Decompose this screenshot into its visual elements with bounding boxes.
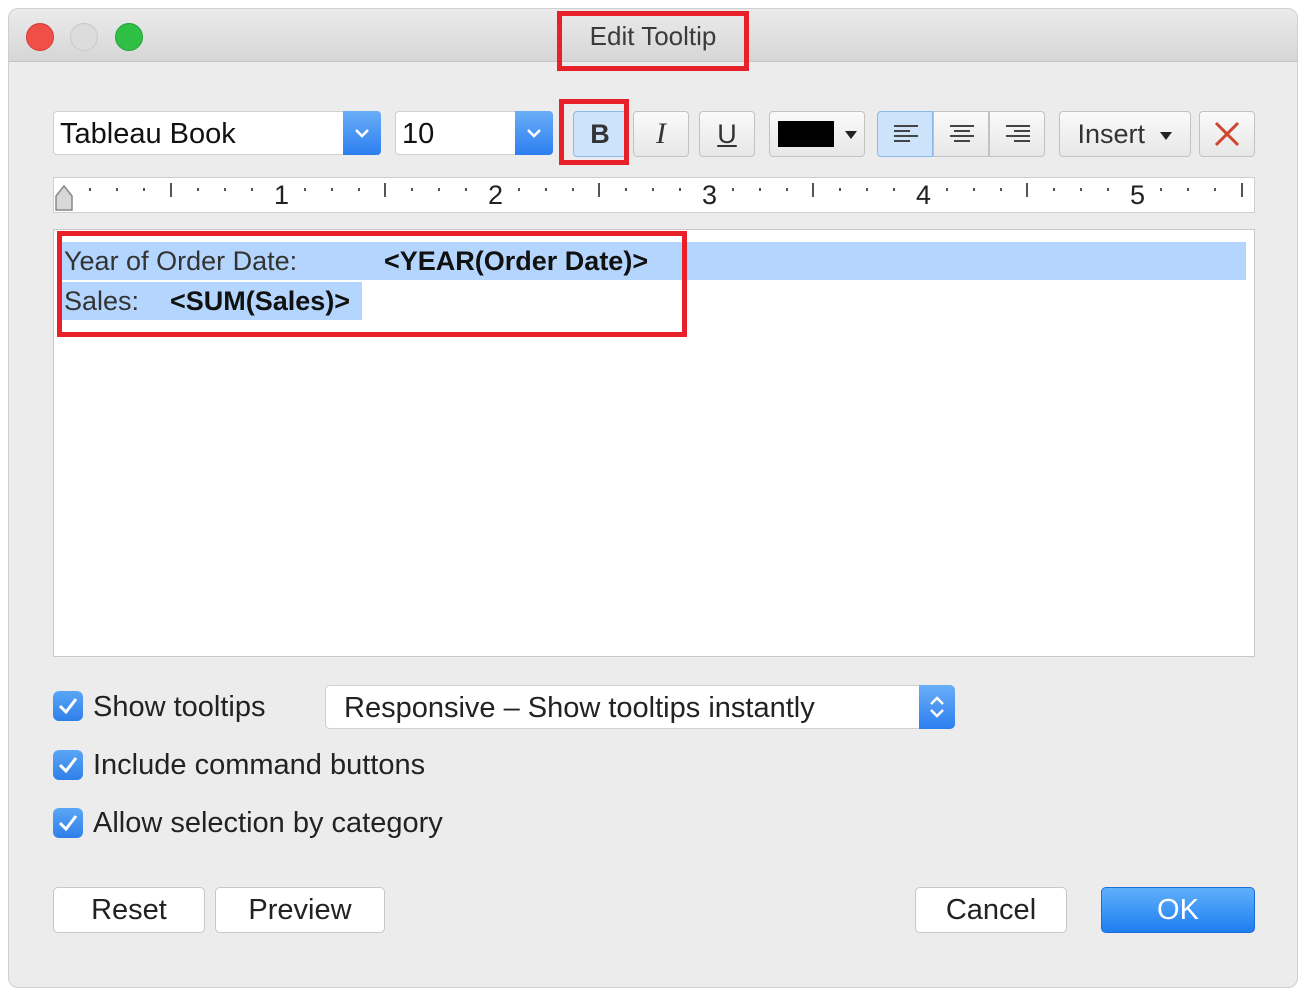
preview-button[interactable]: Preview: [215, 887, 385, 933]
caret-down-icon: [1159, 131, 1172, 140]
chevron-down-icon: [355, 129, 369, 138]
editor-line2-field: <SUM(Sales)>: [170, 286, 351, 316]
tooltip-mode-select[interactable]: Responsive – Show tooltips instantly: [325, 685, 955, 729]
insert-label: Insert: [1077, 119, 1145, 149]
allow-selection-label[interactable]: Allow selection by category: [93, 807, 443, 840]
allow-selection-checkbox[interactable]: [53, 808, 83, 838]
ruler-mark: 5: [1130, 180, 1146, 210]
ruler-ticks: [55, 183, 1243, 211]
reset-button[interactable]: Reset: [53, 887, 205, 933]
tooltip-text-editor[interactable]: Year of Order Date: <YEAR(Order Date)> S…: [53, 229, 1255, 657]
edit-tooltip-dialog: Edit Tooltip Tableau Book 10 B I U Inser…: [8, 8, 1298, 988]
font-size-value: 10: [402, 118, 435, 150]
underline-button[interactable]: U: [699, 111, 755, 157]
text-color-picker[interactable]: [769, 111, 865, 157]
caret-down-icon: [845, 131, 857, 139]
alignment-group: [877, 111, 1045, 157]
align-right-icon: [1006, 125, 1030, 142]
ruler-mark: 3: [702, 180, 718, 210]
bold-button[interactable]: B: [573, 111, 627, 157]
align-left-icon: [894, 125, 918, 142]
show-tooltips-label[interactable]: Show tooltips: [93, 691, 266, 724]
title-bar: Edit Tooltip: [9, 9, 1297, 62]
close-x-icon: [1214, 121, 1240, 147]
font-size-combo[interactable]: 10: [395, 111, 553, 155]
tooltip-mode-value: Responsive – Show tooltips instantly: [344, 692, 815, 724]
chevron-down-icon: [527, 129, 541, 138]
checkmark-icon: [58, 698, 78, 715]
font-family-combo[interactable]: Tableau Book: [53, 111, 381, 155]
ruler-mark: 2: [488, 180, 504, 210]
insert-menu-button[interactable]: Insert: [1059, 111, 1191, 157]
checkmark-icon: [58, 815, 78, 832]
font-family-dropdown-button[interactable]: [343, 111, 381, 155]
color-swatch: [778, 121, 834, 147]
font-family-value: Tableau Book: [60, 118, 236, 150]
ok-button[interactable]: OK: [1101, 887, 1255, 933]
align-right-button[interactable]: [989, 111, 1045, 157]
up-down-chevron-icon: [930, 696, 944, 718]
indent-marker: [55, 184, 73, 211]
align-left-button[interactable]: [877, 111, 933, 157]
ruler-mark: 4: [916, 180, 932, 210]
editor-line2-label: Sales:: [64, 286, 140, 316]
cancel-button[interactable]: Cancel: [915, 887, 1067, 933]
align-center-icon: [950, 125, 974, 142]
align-center-button[interactable]: [933, 111, 989, 157]
include-command-buttons-checkbox[interactable]: [53, 750, 83, 780]
ruler-mark: 1: [274, 180, 290, 210]
clear-format-button[interactable]: [1199, 111, 1255, 157]
include-command-buttons-label[interactable]: Include command buttons: [93, 749, 425, 782]
font-size-dropdown-button[interactable]: [515, 111, 553, 155]
checkmark-icon: [58, 757, 78, 774]
editor-line1-label: Year of Order Date:: [64, 246, 298, 276]
show-tooltips-checkbox[interactable]: [53, 691, 83, 721]
editor-line1-field: <YEAR(Order Date)>: [384, 246, 649, 276]
italic-button[interactable]: I: [633, 111, 689, 157]
ruler: 1 2 3 4 5: [53, 177, 1255, 213]
tooltip-mode-stepper[interactable]: [919, 685, 955, 729]
window-title: Edit Tooltip: [589, 21, 717, 51]
